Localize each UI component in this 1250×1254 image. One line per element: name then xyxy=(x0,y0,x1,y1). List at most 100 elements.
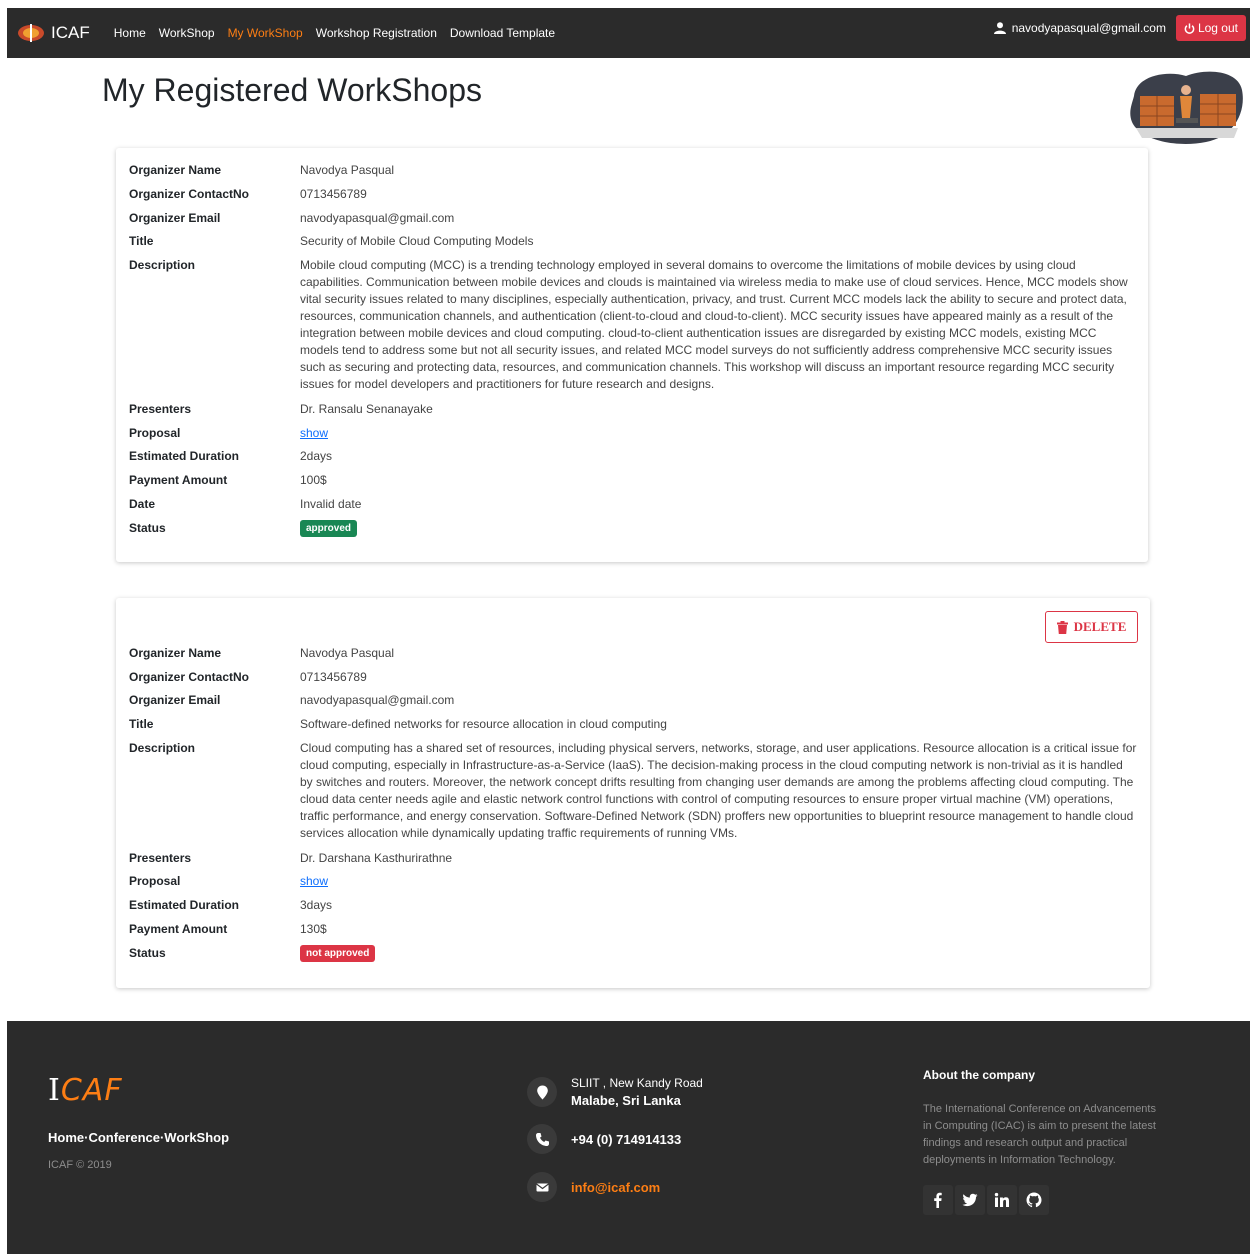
delete-label: DELETE xyxy=(1073,619,1127,634)
detail-row: Status not approved xyxy=(129,945,376,962)
organizer-email-label: Organizer Email xyxy=(129,693,221,707)
address-line-1: SLIIT , New Kandy Road xyxy=(571,1076,703,1090)
detail-row: Status approved xyxy=(129,520,358,537)
duration-label: Estimated Duration xyxy=(129,449,240,463)
organizer-contact-value: 0713456789 xyxy=(300,670,367,684)
duration-value: 3days xyxy=(300,898,333,912)
nav-links: Home WorkShop My WorkShop Workshop Regis… xyxy=(114,26,568,40)
description-label: Description xyxy=(129,741,196,755)
title-label: Title xyxy=(129,717,154,731)
detail-row: Description Mobile cloud computing (MCC)… xyxy=(129,257,1138,393)
phone-number[interactable]: +94 (0) 714914133 xyxy=(571,1132,681,1147)
twitter-icon[interactable] xyxy=(955,1185,985,1215)
status-label: Status xyxy=(129,946,166,960)
linkedin-icon[interactable] xyxy=(987,1185,1017,1215)
envelope-icon xyxy=(527,1172,557,1202)
organizer-email-label: Organizer Email xyxy=(129,211,221,225)
detail-row: Presenters Dr. Ransalu Senanayake xyxy=(129,401,433,418)
detail-row: Payment Amount 130$ xyxy=(129,921,327,938)
presenters-label: Presenters xyxy=(129,851,192,865)
detail-row: Description Cloud computing has a shared… xyxy=(129,740,1138,842)
proposal-show-link[interactable]: show xyxy=(300,425,328,442)
footer-logo[interactable]: ICAF xyxy=(48,1073,123,1108)
top-navbar: ICAF Home WorkShop My WorkShop Workshop … xyxy=(7,8,1250,58)
detail-row: Estimated Duration 3days xyxy=(129,897,332,914)
social-links xyxy=(923,1185,1051,1215)
organizer-name-label: Organizer Name xyxy=(129,646,222,660)
detail-row: Date Invalid date xyxy=(129,496,361,513)
detail-row: Organizer ContactNo 0713456789 xyxy=(129,186,367,203)
duration-value: 2days xyxy=(300,449,333,463)
presenters-value: Dr. Darshana Kasthurirathne xyxy=(300,851,453,865)
footer-links[interactable]: Home·Conference·WorkShop xyxy=(48,1130,229,1145)
workspace-illustration xyxy=(1130,71,1243,144)
date-value: Invalid date xyxy=(300,497,362,511)
proposal-show-link[interactable]: show xyxy=(300,873,328,890)
title-value: Software-defined networks for resource a… xyxy=(300,717,667,731)
footer-logo-part1: I xyxy=(48,1073,61,1108)
about-title: About the company xyxy=(923,1068,1036,1082)
description-value: Mobile cloud computing (MCC) is a trendi… xyxy=(300,258,1128,391)
delete-button[interactable]: DELETE xyxy=(1045,611,1138,643)
organizer-email-value: navodyapasqual@gmail.com xyxy=(300,211,455,225)
description-value: Cloud computing has a shared set of reso… xyxy=(300,741,1137,840)
facebook-icon[interactable] xyxy=(923,1185,953,1215)
proposal-label: Proposal xyxy=(129,426,181,440)
title-label: Title xyxy=(129,234,154,248)
detail-row: Organizer Email navodyapasqual@gmail.com xyxy=(129,692,454,709)
nav-link-home[interactable]: Home xyxy=(114,26,146,40)
detail-row: Proposal show xyxy=(129,425,328,442)
detail-row: Proposal show xyxy=(129,873,328,890)
brand[interactable]: ICAF xyxy=(17,23,90,43)
detail-row: Title Security of Mobile Cloud Computing… xyxy=(129,233,533,250)
detail-row: Payment Amount 100$ xyxy=(129,472,327,489)
payment-value: 130$ xyxy=(300,922,327,936)
organizer-contact-label: Organizer ContactNo xyxy=(129,187,250,201)
proposal-label: Proposal xyxy=(129,874,181,888)
user-email: navodyapasqual@gmail.com xyxy=(1011,21,1166,35)
user-icon xyxy=(993,22,1006,34)
workshop-card: Organizer Name Navodya Pasqual Organizer… xyxy=(116,148,1148,562)
logout-button[interactable]: Log out xyxy=(1175,15,1246,41)
map-marker-icon xyxy=(527,1077,557,1107)
page-title: My Registered WorkShops xyxy=(102,72,482,108)
presenters-label: Presenters xyxy=(129,402,192,416)
organizer-email-value: navodyapasqual@gmail.com xyxy=(300,693,455,707)
footer-phone: +94 (0) 714914133 xyxy=(527,1124,681,1154)
footer-logo-part2: CAF xyxy=(60,1073,123,1108)
nav-link-download-template[interactable]: Download Template xyxy=(450,26,555,40)
phone-icon xyxy=(527,1124,557,1154)
organizer-name-value: Navodya Pasqual xyxy=(300,163,395,177)
brand-name: ICAF xyxy=(51,23,90,42)
status-badge: not approved xyxy=(300,945,376,962)
status-label: Status xyxy=(129,521,166,535)
footer-address: SLIIT , New Kandy Road Malabe, Sri Lanka xyxy=(527,1076,703,1108)
detail-row: Title Software-defined networks for reso… xyxy=(129,716,667,733)
organizer-name-value: Navodya Pasqual xyxy=(300,646,395,660)
nav-right: navodyapasqual@gmail.com Log out xyxy=(993,15,1246,41)
email-link[interactable]: info@icaf.com xyxy=(571,1180,660,1195)
organizer-contact-value: 0713456789 xyxy=(300,187,367,201)
nav-link-workshop[interactable]: WorkShop xyxy=(159,26,215,40)
user-info[interactable]: navodyapasqual@gmail.com xyxy=(993,21,1166,35)
detail-row: Organizer ContactNo 0713456789 xyxy=(129,669,367,686)
detail-row: Organizer Name Navodya Pasqual xyxy=(129,645,394,662)
detail-row: Presenters Dr. Darshana Kasthurirathne xyxy=(129,850,452,867)
footer-email: info@icaf.com xyxy=(527,1172,660,1202)
workshop-card: DELETE Organizer Name Navodya Pasqual Or… xyxy=(116,598,1150,988)
about-text: The International Conference on Advancem… xyxy=(923,1103,1156,1166)
organizer-name-label: Organizer Name xyxy=(129,163,222,177)
nav-link-my-workshop[interactable]: My WorkShop xyxy=(228,26,303,40)
brand-logo-icon xyxy=(18,24,44,42)
github-icon[interactable] xyxy=(1019,1185,1049,1215)
duration-label: Estimated Duration xyxy=(129,898,240,912)
nav-link-workshop-registration[interactable]: Workshop Registration xyxy=(316,26,437,40)
organizer-contact-label: Organizer ContactNo xyxy=(129,670,250,684)
detail-row: Organizer Name Navodya Pasqual xyxy=(129,162,394,179)
title-value: Security of Mobile Cloud Computing Model… xyxy=(300,234,534,248)
logout-label: Log out xyxy=(1197,21,1238,35)
presenters-value: Dr. Ransalu Senanayake xyxy=(300,402,433,416)
address-line-2: Malabe, Sri Lanka xyxy=(571,1093,681,1108)
detail-row: Estimated Duration 2days xyxy=(129,448,332,465)
payment-value: 100$ xyxy=(300,473,327,487)
